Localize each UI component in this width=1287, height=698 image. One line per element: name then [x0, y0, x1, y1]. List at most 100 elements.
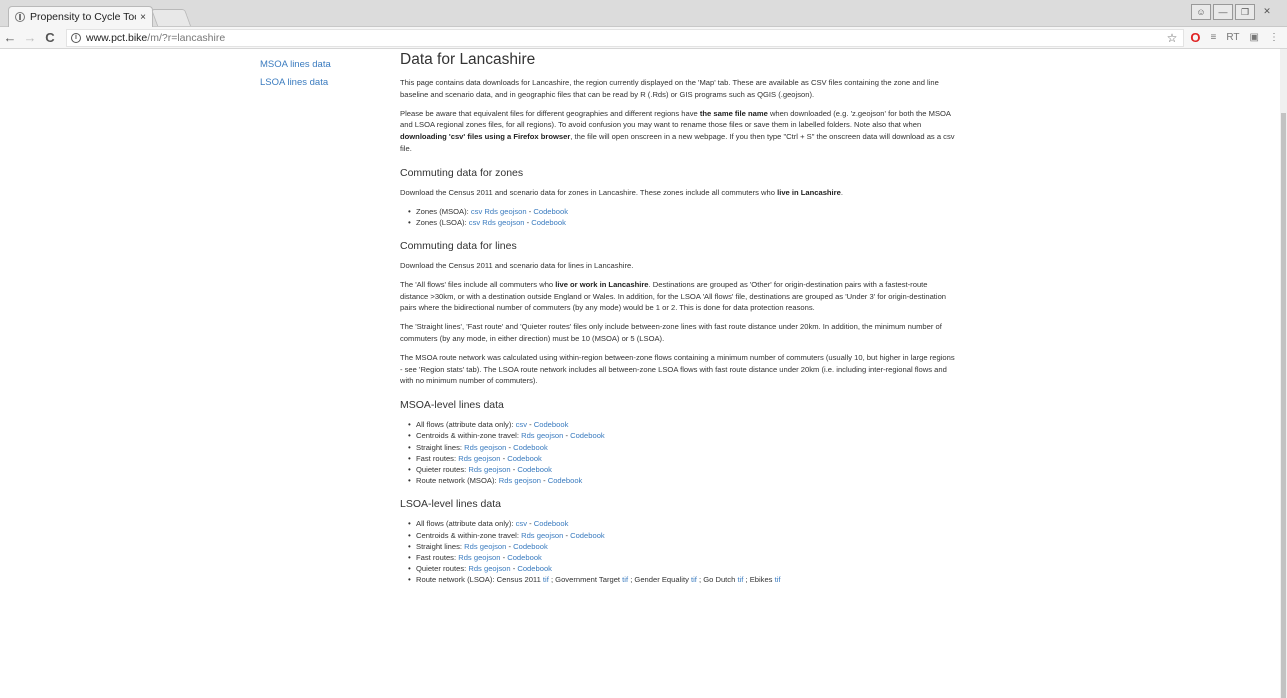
msoa-straight-codebook-link[interactable]: Codebook [513, 443, 548, 452]
network-paragraph: The MSOA route network was calculated us… [400, 352, 955, 386]
zone-lsoa-csv-link[interactable]: csv [469, 218, 480, 227]
close-window-icon[interactable]: ✕ [1257, 4, 1277, 20]
list-item: All flows (attribute data only): csv - C… [408, 518, 955, 529]
tab-close-icon[interactable]: × [140, 12, 146, 23]
msoa-quieter-rds-link[interactable]: Rds [468, 465, 482, 474]
msoa-straight-geojson-link[interactable]: geojson [480, 443, 507, 452]
zone-msoa-codebook-link[interactable]: Codebook [533, 207, 568, 216]
list-item: Centroids & within-zone travel: Rds geoj… [408, 430, 955, 441]
lsoa-centroids-rds-link[interactable]: Rds [521, 531, 535, 540]
msoa-straight-label: Straight lines: [416, 442, 465, 452]
maximize-icon[interactable]: ❐ [1235, 4, 1255, 20]
lsoa-centroids-geojson-link[interactable]: geojson [537, 531, 564, 540]
lsoa-network-label: Route network (LSOA): [416, 575, 497, 585]
msoa-quieter-label: Quieter routes: [416, 464, 469, 474]
zone-lsoa-rds-link[interactable]: Rds [482, 218, 496, 227]
warn-bold-b: downloading 'csv' files using a Firefox … [400, 132, 571, 142]
lsoa-quieter-rds-link[interactable]: Rds [468, 564, 482, 573]
list-item: Quieter routes: Rds geojson - Codebook [408, 464, 955, 475]
menu-icon[interactable]: ⋮ [1269, 32, 1279, 43]
msoa-centroids-codebook-link[interactable]: Codebook [570, 431, 605, 440]
page-scrollbar[interactable] [1280, 49, 1287, 698]
lsoa-quieter-codebook-link[interactable]: Codebook [517, 564, 552, 573]
lsoa-net-ebikes: ; Ebikes [743, 575, 775, 585]
lsoa-allflows-codebook-link[interactable]: Codebook [534, 519, 569, 528]
msoa-network-codebook-link[interactable]: Codebook [548, 476, 583, 485]
url-text[interactable]: www.pct.bike/m/?r=lancashire [86, 32, 225, 44]
forward-icon[interactable]: → [20, 30, 40, 45]
lsoa-allflows-label: All flows (attribute data only): [416, 519, 516, 529]
tab-strip: Propensity to Cycle Tool × ☺ — ❐ ✕ [0, 0, 1287, 27]
msoa-network-label: Route network (MSOA): [416, 476, 499, 486]
msoa-fast-codebook-link[interactable]: Codebook [507, 454, 542, 463]
lsoa-straight-codebook-link[interactable]: Codebook [513, 542, 548, 551]
list-item: Zones (MSOA): csv Rds geojson - Codebook [408, 206, 955, 217]
list-item: Fast routes: Rds geojson - Codebook [408, 552, 955, 563]
cast-extension-icon[interactable]: ▣ [1250, 32, 1259, 43]
zones-list: Zones (MSOA): csv Rds geojson - Codebook… [400, 206, 955, 229]
zones-heading: Commuting data for zones [400, 166, 524, 179]
msoa-fast-rds-link[interactable]: Rds [458, 454, 472, 463]
list-item: Fast routes: Rds geojson - Codebook [408, 453, 955, 464]
msoa-allflows-csv-link[interactable]: csv [516, 420, 527, 429]
opera-extension-icon[interactable]: O [1190, 30, 1200, 45]
minimize-icon[interactable]: — [1213, 4, 1233, 20]
sidebar: MSOA lines data LSOA lines data [260, 59, 331, 95]
scrollbar-thumb[interactable] [1281, 113, 1286, 698]
lsoa-fast-geojson-link[interactable]: geojson [474, 553, 501, 562]
lsoa-straight-rds-link[interactable]: Rds [464, 542, 478, 551]
new-tab-button[interactable] [150, 9, 192, 26]
address-bar[interactable]: i www.pct.bike/m/?r=lancashire ☆ [66, 28, 1185, 47]
msoa-centroids-rds-link[interactable]: Rds [521, 431, 535, 440]
lsoa-fast-rds-link[interactable]: Rds [458, 553, 472, 562]
site-info-icon[interactable]: i [71, 32, 81, 43]
zone-lsoa-geojson-link[interactable]: geojson [498, 218, 525, 227]
lsoa-centroids-label: Centroids & within-zone travel: [416, 530, 522, 540]
list-item: Zones (LSOA): csv Rds geojson - Codebook [408, 217, 955, 228]
lsoa-net-ebikes-tif-link[interactable]: tif [775, 575, 781, 584]
lsoa-lines-heading: LSOA-level lines data [400, 498, 501, 511]
back-icon[interactable]: ← [0, 30, 20, 45]
msoa-lines-list: All flows (attribute data only): csv - C… [400, 419, 955, 486]
translate-extension-icon[interactable]: ≡ [1211, 32, 1217, 43]
sidebar-item-msoa-lines[interactable]: MSOA lines data [260, 59, 331, 70]
bookmark-star-icon[interactable]: ☆ [1167, 31, 1178, 45]
zone-msoa-csv-link[interactable]: csv [471, 207, 482, 216]
lsoa-quieter-label: Quieter routes: [416, 564, 469, 574]
sep: - [527, 420, 534, 430]
list-item: Route network (LSOA): Census 2011 tif ; … [408, 574, 955, 585]
intro-paragraph: This page contains data downloads for La… [400, 78, 939, 99]
zone-msoa-geojson-link[interactable]: geojson [500, 207, 527, 216]
lsoa-quieter-geojson-link[interactable]: geojson [484, 564, 511, 573]
lines-description: Download the Census 2011 and scenario da… [400, 260, 634, 270]
msoa-allflows-codebook-link[interactable]: Codebook [534, 420, 569, 429]
zone-lsoa-codebook-link[interactable]: Codebook [531, 218, 566, 227]
msoa-network-geojson-link[interactable]: geojson [514, 476, 541, 485]
user-profile-icon[interactable]: ☺ [1191, 4, 1211, 20]
lsoa-fast-codebook-link[interactable]: Codebook [507, 553, 542, 562]
lsoa-net-govtarget: ; Government Target [548, 575, 623, 585]
msoa-centroids-geojson-link[interactable]: geojson [537, 431, 564, 440]
msoa-quieter-codebook-link[interactable]: Codebook [517, 465, 552, 474]
lsoa-straight-geojson-link[interactable]: geojson [480, 542, 507, 551]
lsoa-centroids-codebook-link[interactable]: Codebook [570, 531, 605, 540]
sep: - [540, 476, 548, 486]
reload-icon[interactable]: C [40, 30, 60, 45]
list-item: Centroids & within-zone travel: Rds geoj… [408, 530, 955, 541]
rt-extension-icon[interactable]: RT [1226, 32, 1239, 43]
msoa-quieter-geojson-link[interactable]: geojson [484, 465, 511, 474]
msoa-fast-geojson-link[interactable]: geojson [474, 454, 501, 463]
lsoa-allflows-csv-link[interactable]: csv [516, 519, 527, 528]
allflows-bold: live or work in Lancashire [555, 279, 649, 289]
zone-msoa-rds-link[interactable]: Rds [484, 207, 498, 216]
window-controls: ☺ — ❐ ✕ [1191, 4, 1277, 20]
msoa-straight-rds-link[interactable]: Rds [464, 443, 478, 452]
list-item: Straight lines: Rds geojson - Codebook [408, 541, 955, 552]
url-host: www.pct.bike [86, 31, 148, 44]
browser-tab[interactable]: Propensity to Cycle Tool × [8, 6, 153, 27]
msoa-lines-heading: MSOA-level lines data [400, 399, 504, 412]
sidebar-item-lsoa-lines[interactable]: LSOA lines data [260, 77, 331, 88]
msoa-network-rds-link[interactable]: Rds [499, 476, 513, 485]
tab-title: Propensity to Cycle Tool [30, 11, 137, 23]
zones-description: Download the Census 2011 and scenario da… [400, 187, 955, 199]
